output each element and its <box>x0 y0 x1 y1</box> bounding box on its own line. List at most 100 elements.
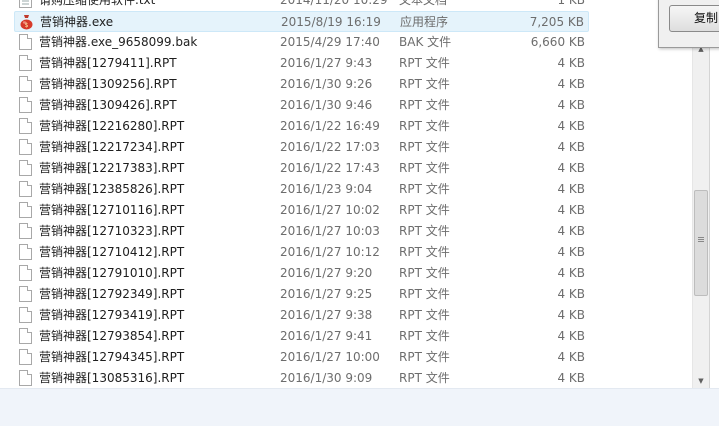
file-size: 7,205 KB <box>529 15 584 29</box>
file-icon <box>19 160 32 176</box>
file-name: 营销神器[12216280].RPT <box>39 119 185 133</box>
file-icon <box>19 118 32 134</box>
file-name: 营销神器[1309426].RPT <box>39 98 177 112</box>
file-name: 请购压缩使用软件.txt <box>39 0 156 7</box>
file-row[interactable]: 营销神器[12793854].RPT 2016/1/27 9:41 RPT 文件 4 … <box>14 326 589 347</box>
file-row[interactable]: 营销神器[12710412].RPT 2016/1/27 10:12 RPT 文件 4… <box>14 242 589 263</box>
file-name: 营销神器[1279411].RPT <box>39 56 177 70</box>
file-row[interactable]: 营销神器[1309426].RPT 2016/1/30 9:46 RPT 文件 4 K… <box>14 95 589 116</box>
file-size: 4 KB <box>557 182 585 196</box>
file-icon <box>19 244 32 260</box>
file-date: 2016/1/27 9:41 <box>280 329 373 343</box>
file-size: 4 KB <box>557 203 585 217</box>
grip-icon <box>698 237 704 238</box>
file-icon <box>19 223 32 239</box>
file-date: 2016/1/27 9:25 <box>280 287 373 301</box>
file-date: 2016/1/27 9:20 <box>280 266 373 280</box>
svg-text:$: $ <box>25 22 29 29</box>
file-size: 4 KB <box>557 98 585 112</box>
file-date: 2016/1/27 10:12 <box>280 245 380 259</box>
file-date: 2015/4/29 17:40 <box>280 35 380 49</box>
file-icon <box>19 202 32 218</box>
money-bag-icon: $ <box>19 14 34 30</box>
file-row[interactable]: 营销神器.exe_9658099.bak 2015/4/29 17:40 BAK 文… <box>14 32 589 53</box>
file-row[interactable]: 营销神器[12794345].RPT 2016/1/27 10:00 RPT 文件 4… <box>14 347 589 368</box>
file-icon <box>19 328 32 344</box>
file-row[interactable]: 营销神器[12217383].RPT 2016/1/22 17:43 RPT 文件 4… <box>14 158 589 179</box>
file-icon <box>19 139 32 155</box>
file-name: 营销神器[1309256].RPT <box>39 77 177 91</box>
file-row[interactable]: 营销神器[12385826].RPT 2016/1/23 9:04 RPT 文件 4 … <box>14 179 589 200</box>
file-size: 4 KB <box>557 350 585 364</box>
file-size: 4 KB <box>557 119 585 133</box>
file-size: 4 KB <box>557 329 585 343</box>
copy-button[interactable]: 复制 <box>669 5 719 32</box>
file-row[interactable]: 营销神器[12710323].RPT 2016/1/27 10:03 RPT 文件 4… <box>14 221 589 242</box>
file-name: 营销神器[12385826].RPT <box>39 182 185 196</box>
file-size: 4 KB <box>557 308 585 322</box>
file-icon <box>19 76 32 92</box>
file-size: 4 KB <box>557 77 585 91</box>
file-date: 2016/1/27 10:00 <box>280 350 380 364</box>
file-icon <box>19 34 32 50</box>
file-icon <box>19 97 32 113</box>
file-date: 2016/1/30 9:09 <box>280 371 373 385</box>
file-icon <box>19 181 32 197</box>
file-name: 营销神器[12793854].RPT <box>39 329 185 343</box>
file-row[interactable]: 营销神器[1309256].RPT 2016/1/30 9:26 RPT 文件 4 K… <box>14 74 589 95</box>
file-name: 营销神器.exe <box>40 15 114 29</box>
file-name: 营销神器[12794345].RPT <box>39 350 185 364</box>
scroll-down-icon[interactable]: ▼ <box>693 374 709 388</box>
vertical-scrollbar[interactable]: ▲ ▼ <box>692 42 709 388</box>
file-row[interactable]: $ 营销神器.exe 2015/8/19 16:19 应用程序 7,205 KB <box>14 11 589 32</box>
file-date: 2016/1/27 10:03 <box>280 224 380 238</box>
file-row[interactable]: 请购压缩使用软件.txt 2014/11/20 10:29 文本文档 1 KB <box>14 0 589 11</box>
file-row[interactable]: 营销神器[13085316].RPT 2016/1/30 9:09 RPT 文件 4 … <box>14 368 589 388</box>
file-name: 营销神器[12791010].RPT <box>39 266 185 280</box>
file-list: 请购压缩使用软件.txt 2014/11/20 10:29 文本文档 1 KB $ 营销神… <box>0 0 692 388</box>
file-name: 营销神器[12710116].RPT <box>39 203 185 217</box>
file-row[interactable]: 营销神器[1279411].RPT 2016/1/27 9:43 RPT 文件 4 K… <box>14 53 589 74</box>
file-date: 2016/1/22 16:49 <box>280 119 380 133</box>
file-icon <box>19 307 32 323</box>
file-date: 2016/1/27 10:02 <box>280 203 380 217</box>
file-row[interactable]: 营销神器[12710116].RPT 2016/1/27 10:02 RPT 文件 4… <box>14 200 589 221</box>
file-name: 营销神器[12710412].RPT <box>39 245 185 259</box>
file-size: 4 KB <box>557 245 585 259</box>
file-date: 2016/1/27 9:43 <box>280 56 373 70</box>
file-row[interactable]: 营销神器[12793419].RPT 2016/1/27 9:38 RPT 文件 4 … <box>14 305 589 326</box>
file-date: 2016/1/30 9:46 <box>280 98 373 112</box>
file-size: 4 KB <box>557 161 585 175</box>
file-size: 1 KB <box>557 0 585 7</box>
file-icon <box>19 265 32 281</box>
file-date: 2016/1/23 9:04 <box>280 182 373 196</box>
file-row[interactable]: 营销神器[12791010].RPT 2016/1/27 9:20 RPT 文件 4 … <box>14 263 589 284</box>
file-name: 营销神器[12217234].RPT <box>39 140 185 154</box>
file-name: 营销神器[12793419].RPT <box>39 308 185 322</box>
file-name: 营销神器.exe_9658099.bak <box>39 35 198 49</box>
copy-dialog: 复制 <box>658 0 719 48</box>
file-icon <box>19 349 32 365</box>
file-icon <box>19 286 32 302</box>
status-bar <box>0 388 719 426</box>
file-date: 2014/11/20 10:29 <box>280 0 388 7</box>
file-date: 2016/1/27 9:38 <box>280 308 373 322</box>
file-icon <box>19 55 32 71</box>
file-row[interactable]: 营销神器[12217234].RPT 2016/1/22 17:03 RPT 文件 4… <box>14 137 589 158</box>
file-size: 6,660 KB <box>530 35 585 49</box>
file-name: 营销神器[13085316].RPT <box>39 371 185 385</box>
file-size: 4 KB <box>557 140 585 154</box>
file-date: 2016/1/22 17:03 <box>280 140 380 154</box>
file-name: 营销神器[12710323].RPT <box>39 224 185 238</box>
scrollbar-thumb[interactable] <box>694 190 708 296</box>
file-size: 4 KB <box>557 287 585 301</box>
file-date: 2015/8/19 16:19 <box>281 15 381 29</box>
file-size: 4 KB <box>557 266 585 280</box>
file-name: 营销神器[12217383].RPT <box>39 161 185 175</box>
file-icon <box>19 370 32 386</box>
file-size: 4 KB <box>557 224 585 238</box>
file-row[interactable]: 营销神器[12216280].RPT 2016/1/22 16:49 RPT 文件 4… <box>14 116 589 137</box>
file-date: 2016/1/30 9:26 <box>280 77 373 91</box>
file-row[interactable]: 营销神器[12792349].RPT 2016/1/27 9:25 RPT 文件 4 … <box>14 284 589 305</box>
file-date: 2016/1/22 17:43 <box>280 161 380 175</box>
